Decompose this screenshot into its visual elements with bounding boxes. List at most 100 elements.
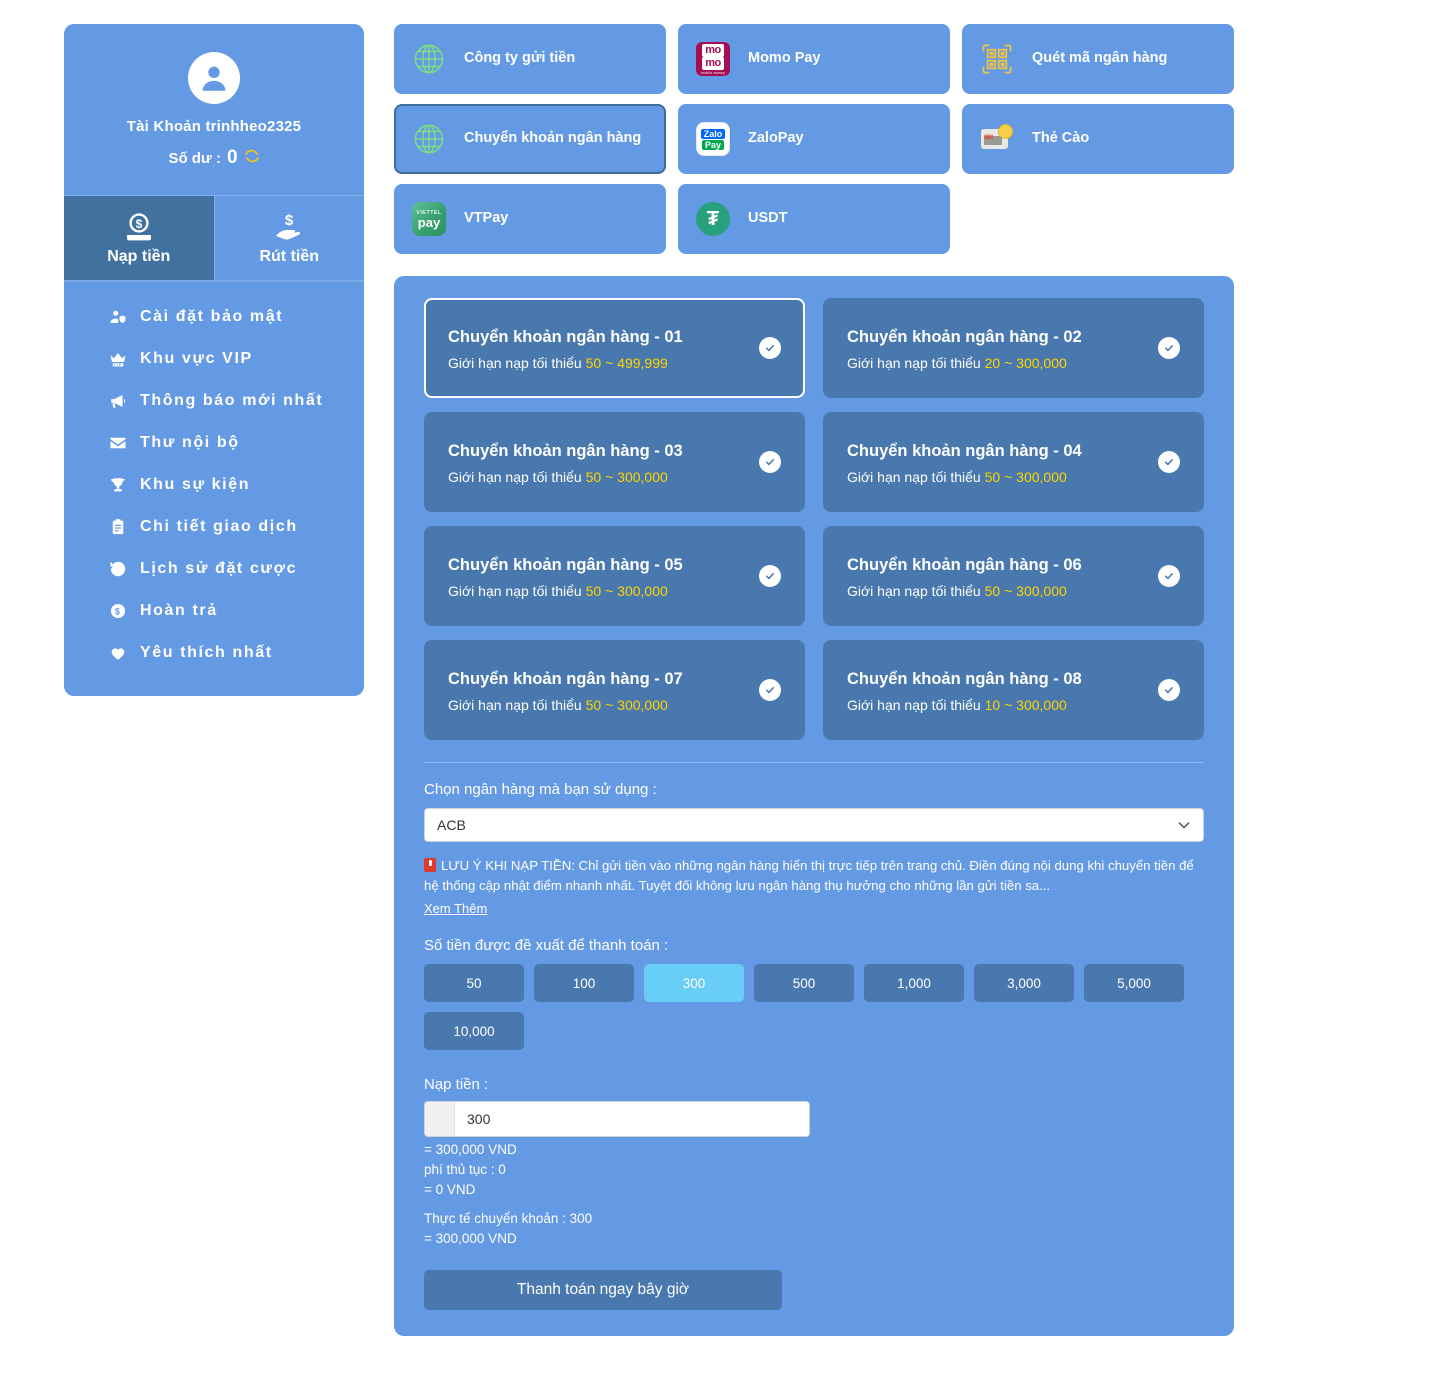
limit-prefix: Giới hạn nạp tối thiểu <box>448 468 582 485</box>
sidebar-item-thong-bao-moi-nhat[interactable]: Thông báo mới nhất <box>64 380 364 422</box>
trophy-icon <box>108 475 128 495</box>
amount-chip[interactable]: 5,000 <box>1084 964 1184 1003</box>
bank-channel-04[interactable]: Chuyển khoản ngân hàng - 04 Giới hạn nạp… <box>823 412 1204 512</box>
method-chuyen-khoan-ngan-hang[interactable]: Chuyển khoản ngân hàng <box>394 104 666 174</box>
limit-prefix: Giới hạn nạp tối thiểu <box>847 354 981 371</box>
deposit-coin-icon: $ <box>64 212 214 242</box>
account-name: Tài Khoản trinhheo2325 <box>126 118 302 135</box>
method-quet-ma-ngan-hang[interactable]: Quét mã ngân hàng <box>962 24 1234 94</box>
bank-channel-title: Chuyển khoản ngân hàng - 06 <box>847 555 1082 574</box>
tab-withdraw[interactable]: $ Rút tiền <box>213 196 365 280</box>
amount-chip[interactable]: 10,000 <box>424 1012 524 1051</box>
sidebar-item-label: Hoàn trả <box>140 602 218 619</box>
deposit-amount-input[interactable] <box>455 1102 809 1137</box>
momo-logo-icon: mo mo mobile money <box>694 40 732 78</box>
tab-deposit-label: Nạp tiền <box>107 248 171 265</box>
sidebar-item-cai-dat-bao-mat[interactable]: Cài đặt bảo mật <box>64 296 364 338</box>
amount-chip[interactable]: 50 <box>424 964 524 1003</box>
limit-max: 300,000 <box>617 582 668 599</box>
bank-channel-limit: Giới hạn nạp tối thiểu 50 ~ 300,000 <box>448 582 668 599</box>
amount-chip[interactable]: 3,000 <box>974 964 1074 1003</box>
limit-prefix: Giới hạn nạp tối thiểu <box>847 582 981 599</box>
bank-channel-06[interactable]: Chuyển khoản ngân hàng - 06 Giới hạn nạp… <box>823 526 1204 626</box>
limit-min: 10 <box>984 696 1001 713</box>
sidebar-item-khu-vuc-vip[interactable]: VIP Khu vực VIP <box>64 338 364 380</box>
method-the-cao[interactable]: 888 Thẻ Cào <box>962 104 1234 174</box>
amount-chip[interactable]: 100 <box>534 964 634 1003</box>
sidebar: Tài Khoản trinhheo2325 Số dư : 0 $ Nạp t… <box>64 24 364 696</box>
tab-deposit[interactable]: $ Nạp tiền <box>64 196 214 280</box>
bank-channel-03[interactable]: Chuyển khoản ngân hàng - 03 Giới hạn nạp… <box>424 412 805 512</box>
sidebar-item-khu-su-kien[interactable]: Khu sự kiện <box>64 464 364 506</box>
see-more-link[interactable]: Xem Thêm <box>424 899 487 919</box>
deposit-amount-input-row <box>424 1101 810 1138</box>
bank-channel-05[interactable]: Chuyển khoản ngân hàng - 05 Giới hạn nạp… <box>424 526 805 626</box>
globe-icon <box>410 40 448 78</box>
actual-transfer-line: Thực tế chuyển khoản : 300 <box>424 1211 593 1227</box>
bank-channel-limit: Giới hạn nạp tối thiểu 20 ~ 300,000 <box>847 354 1067 371</box>
limit-prefix: Giới hạn nạp tối thiểu <box>847 468 981 485</box>
sidebar-item-label: Thông báo mới nhất <box>140 392 324 409</box>
bank-select[interactable]: ACB <box>424 808 1204 842</box>
method-cong-ty-gui-tien[interactable]: Công ty gửi tiền <box>394 24 666 94</box>
check-circle-icon <box>759 679 781 701</box>
amount-chip-selected[interactable]: 300 <box>644 964 744 1003</box>
main-content: Công ty gửi tiền mo mo mobile money Momo P… <box>394 24 1234 1337</box>
bank-channel-title: Chuyển khoản ngân hàng - 03 <box>448 441 683 460</box>
method-label: Momo Pay <box>748 50 821 67</box>
payment-method-list: Công ty gửi tiền mo mo mobile money Momo P… <box>394 24 1234 254</box>
check-circle-icon <box>1158 679 1180 701</box>
bank-select-wrap: ACB <box>424 808 1204 842</box>
svg-text:$: $ <box>135 217 142 231</box>
sidebar-menu: Cài đặt bảo mật VIP Khu vực VIP Thông bá… <box>64 280 364 696</box>
sidebar-item-label: Chi tiết giao dịch <box>140 518 298 535</box>
user-shield-icon <box>108 307 128 327</box>
bank-channel-08[interactable]: Chuyển khoản ngân hàng - 08 Giới hạn nạp… <box>823 640 1204 740</box>
refresh-icon[interactable] <box>244 148 260 168</box>
balance-label: Số dư : <box>168 149 221 167</box>
suggested-amount-label: Số tiền được đề xuất để thanh toán : <box>424 937 669 955</box>
sidebar-item-label: Thư nội bộ <box>140 434 240 451</box>
bank-channel-limit: Giới hạn nạp tối thiểu 50 ~ 499,999 <box>448 354 668 371</box>
check-circle-icon <box>1158 337 1180 359</box>
suggested-amount-chips: 50 100 300 500 1,000 3,000 5,000 10,000 <box>424 964 1204 1051</box>
limit-max: 300,000 <box>617 468 668 485</box>
actual-transfer-vnd-line: = 300,000 VND <box>424 1231 517 1247</box>
bank-channel-01[interactable]: Chuyển khoản ngân hàng - 01 Giới hạn nạp… <box>424 298 805 398</box>
deposit-amount-label: Nạp tiền : <box>424 1076 489 1094</box>
check-circle-icon <box>759 565 781 587</box>
limit-max: 300,000 <box>1016 582 1067 599</box>
bank-channel-limit: Giới hạn nạp tối thiểu 10 ~ 300,000 <box>847 696 1067 713</box>
envelope-icon <box>108 433 128 453</box>
method-momo-pay[interactable]: mo mo mobile money Momo Pay <box>678 24 950 94</box>
sidebar-item-hoan-tra[interactable]: $ Hoàn trả <box>64 590 364 632</box>
bank-channel-02[interactable]: Chuyển khoản ngân hàng - 02 Giới hạn nạp… <box>823 298 1204 398</box>
currency-prefix <box>425 1102 455 1137</box>
bank-channel-limit: Giới hạn nạp tối thiểu 50 ~ 300,000 <box>847 468 1067 485</box>
sidebar-item-thu-noi-bo[interactable]: Thư nội bộ <box>64 422 364 464</box>
svg-text:VIP: VIP <box>114 363 123 367</box>
limit-prefix: Giới hạn nạp tối thiểu <box>448 696 582 713</box>
sidebar-item-label: Cài đặt bảo mật <box>140 308 284 325</box>
limit-max: 499,999 <box>617 354 668 371</box>
method-label: Công ty gửi tiền <box>464 50 576 67</box>
bank-channel-07[interactable]: Chuyển khoản ngân hàng - 07 Giới hạn nạp… <box>424 640 805 740</box>
amount-chip[interactable]: 1,000 <box>864 964 964 1003</box>
megaphone-icon <box>108 391 128 411</box>
method-vtpay[interactable]: VIETTEL pay VTPay <box>394 184 666 254</box>
sidebar-item-lich-su-dat-cuoc[interactable]: Lịch sử đặt cược <box>64 548 364 590</box>
svg-text:$: $ <box>285 212 294 229</box>
sidebar-item-chi-tiet-giao-dich[interactable]: Chi tiết giao dịch <box>64 506 364 548</box>
method-label: VTPay <box>464 210 509 227</box>
viettelpay-logo-icon: VIETTEL pay <box>410 200 448 238</box>
method-zalopay[interactable]: Zalo Pay ZaloPay <box>678 104 950 174</box>
limit-max: 300,000 <box>617 696 668 713</box>
method-label: USDT <box>748 210 788 227</box>
bank-channel-title: Chuyển khoản ngân hàng - 07 <box>448 669 683 688</box>
pay-now-button[interactable]: Thanh toán ngay bây giờ <box>424 1270 782 1311</box>
crown-vip-icon: VIP <box>108 349 128 369</box>
sidebar-item-yeu-thich-nhat[interactable]: Yêu thích nhất <box>64 632 364 674</box>
bank-channel-title: Chuyển khoản ngân hàng - 02 <box>847 327 1082 346</box>
amount-chip[interactable]: 500 <box>754 964 854 1003</box>
method-usdt[interactable]: ₮ USDT <box>678 184 950 254</box>
